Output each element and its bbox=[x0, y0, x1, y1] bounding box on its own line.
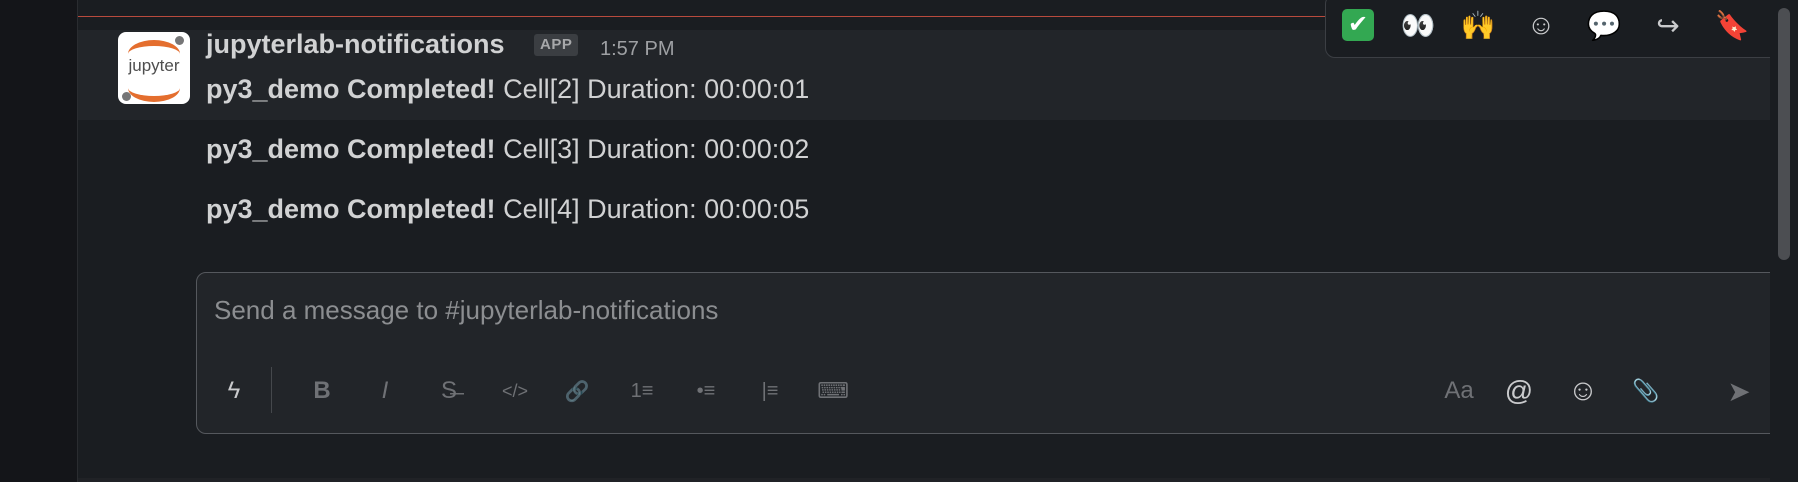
cell-duration: Cell[3] Duration: 00:00:02 bbox=[495, 134, 810, 164]
strikethrough-icon: S̶ bbox=[440, 377, 457, 404]
emoji-button[interactable]: ☺ bbox=[1566, 371, 1600, 411]
ordered-list-button[interactable]: 1≡ bbox=[622, 371, 662, 411]
avatar-orbit-dot bbox=[175, 36, 184, 45]
raised-hands-reaction-button[interactable]: 🙌 bbox=[1456, 3, 1500, 47]
bookmark-icon: 🔖 bbox=[1714, 9, 1750, 41]
toolbar-divider bbox=[271, 367, 272, 413]
shortcuts-icon: ϟ bbox=[227, 377, 241, 404]
code-button[interactable]: </> bbox=[495, 371, 535, 411]
add-reaction-button[interactable]: ☺ bbox=[1519, 3, 1563, 47]
message-text: py3_demo Completed! Cell[4] Duration: 00… bbox=[206, 194, 809, 225]
share-message-button[interactable]: ↪ bbox=[1646, 3, 1690, 47]
cell-duration: Cell[2] Duration: 00:00:01 bbox=[495, 74, 810, 104]
thread-icon: 💬 bbox=[1586, 9, 1622, 41]
share-icon: ↪ bbox=[1656, 9, 1680, 41]
code-block-button[interactable]: ⌨ bbox=[813, 371, 853, 411]
emoji-icon: ☺ bbox=[1567, 374, 1599, 407]
formatting-icon: Aa bbox=[1444, 377, 1474, 404]
avatar-word: jupyter bbox=[128, 56, 180, 75]
shortcuts-button[interactable]: ϟ bbox=[217, 371, 251, 411]
code-block-icon: ⌨ bbox=[817, 378, 849, 403]
bullet-list-button[interactable]: •≡ bbox=[686, 371, 726, 411]
blockquote-icon: |≡ bbox=[761, 379, 779, 402]
notebook-status: py3_demo Completed! bbox=[206, 194, 496, 224]
scrollbar-thumb[interactable] bbox=[1778, 8, 1790, 260]
mention-button[interactable]: @ bbox=[1502, 371, 1536, 411]
eyes-reaction-button[interactable]: 👀 bbox=[1396, 3, 1440, 47]
italic-icon: I bbox=[381, 377, 389, 404]
send-icon: ➤ bbox=[1727, 375, 1751, 407]
send-button[interactable]: ➤ bbox=[1722, 371, 1756, 411]
link-button[interactable]: 🔗 bbox=[559, 371, 595, 411]
code-icon: </> bbox=[501, 380, 529, 401]
message-text: py3_demo Completed! Cell[2] Duration: 00… bbox=[206, 74, 809, 105]
message-text: py3_demo Completed! Cell[3] Duration: 00… bbox=[206, 134, 809, 165]
app-badge: APP bbox=[534, 34, 579, 56]
composer-input[interactable]: Send a message to #jupyterlab-notificati… bbox=[214, 295, 718, 326]
message-pane-scrollbar[interactable] bbox=[1770, 0, 1798, 482]
avatar-arc-bottom bbox=[128, 74, 180, 102]
formatting-button[interactable]: Aa bbox=[1437, 371, 1481, 411]
eyes-icon: 👀 bbox=[1400, 9, 1436, 41]
message-composer[interactable]: Send a message to #jupyterlab-notificati… bbox=[196, 272, 1798, 434]
left-rail bbox=[0, 0, 78, 482]
check-mark-reaction-button[interactable]: ✔ bbox=[1336, 3, 1380, 47]
blockquote-button[interactable]: |≡ bbox=[750, 371, 790, 411]
sender-avatar[interactable]: jupyter bbox=[118, 32, 190, 104]
italic-button[interactable]: I bbox=[368, 371, 402, 411]
save-for-later-button[interactable]: 🔖 bbox=[1710, 3, 1754, 47]
avatar-orbit-dot bbox=[122, 92, 131, 101]
strikethrough-button[interactable]: S̶ bbox=[432, 371, 466, 411]
ordered-list-icon: 1≡ bbox=[630, 379, 654, 402]
bottom-edge bbox=[78, 478, 1770, 482]
check-mark-icon: ✔ bbox=[1342, 9, 1374, 41]
bold-icon: B bbox=[313, 377, 331, 404]
raised-hands-icon: 🙌 bbox=[1460, 9, 1496, 41]
reply-in-thread-button[interactable]: 💬 bbox=[1582, 3, 1626, 47]
link-icon: 🔗 bbox=[564, 380, 590, 403]
attach-button[interactable]: 📎 bbox=[1629, 371, 1663, 411]
message-actions-toolbar: ✔ 👀 🙌 ☺ 💬 ↪ 🔖 ⋮ bbox=[1325, 0, 1798, 58]
message-timestamp[interactable]: 1:57 PM bbox=[600, 38, 674, 61]
bold-button[interactable]: B bbox=[305, 371, 339, 411]
channel-message-pane: jupyter jupyterlab-notifications APP 1:5… bbox=[78, 0, 1798, 482]
mention-icon: @ bbox=[1504, 375, 1534, 406]
paperclip-icon: 📎 bbox=[1632, 378, 1660, 403]
cell-duration: Cell[4] Duration: 00:00:05 bbox=[495, 194, 810, 224]
sender-name[interactable]: jupyterlab-notifications bbox=[206, 29, 505, 60]
notebook-status: py3_demo Completed! bbox=[206, 74, 496, 104]
bullet-list-icon: •≡ bbox=[696, 379, 716, 402]
add-reaction-icon: ☺ bbox=[1526, 9, 1556, 40]
notebook-status: py3_demo Completed! bbox=[206, 134, 496, 164]
